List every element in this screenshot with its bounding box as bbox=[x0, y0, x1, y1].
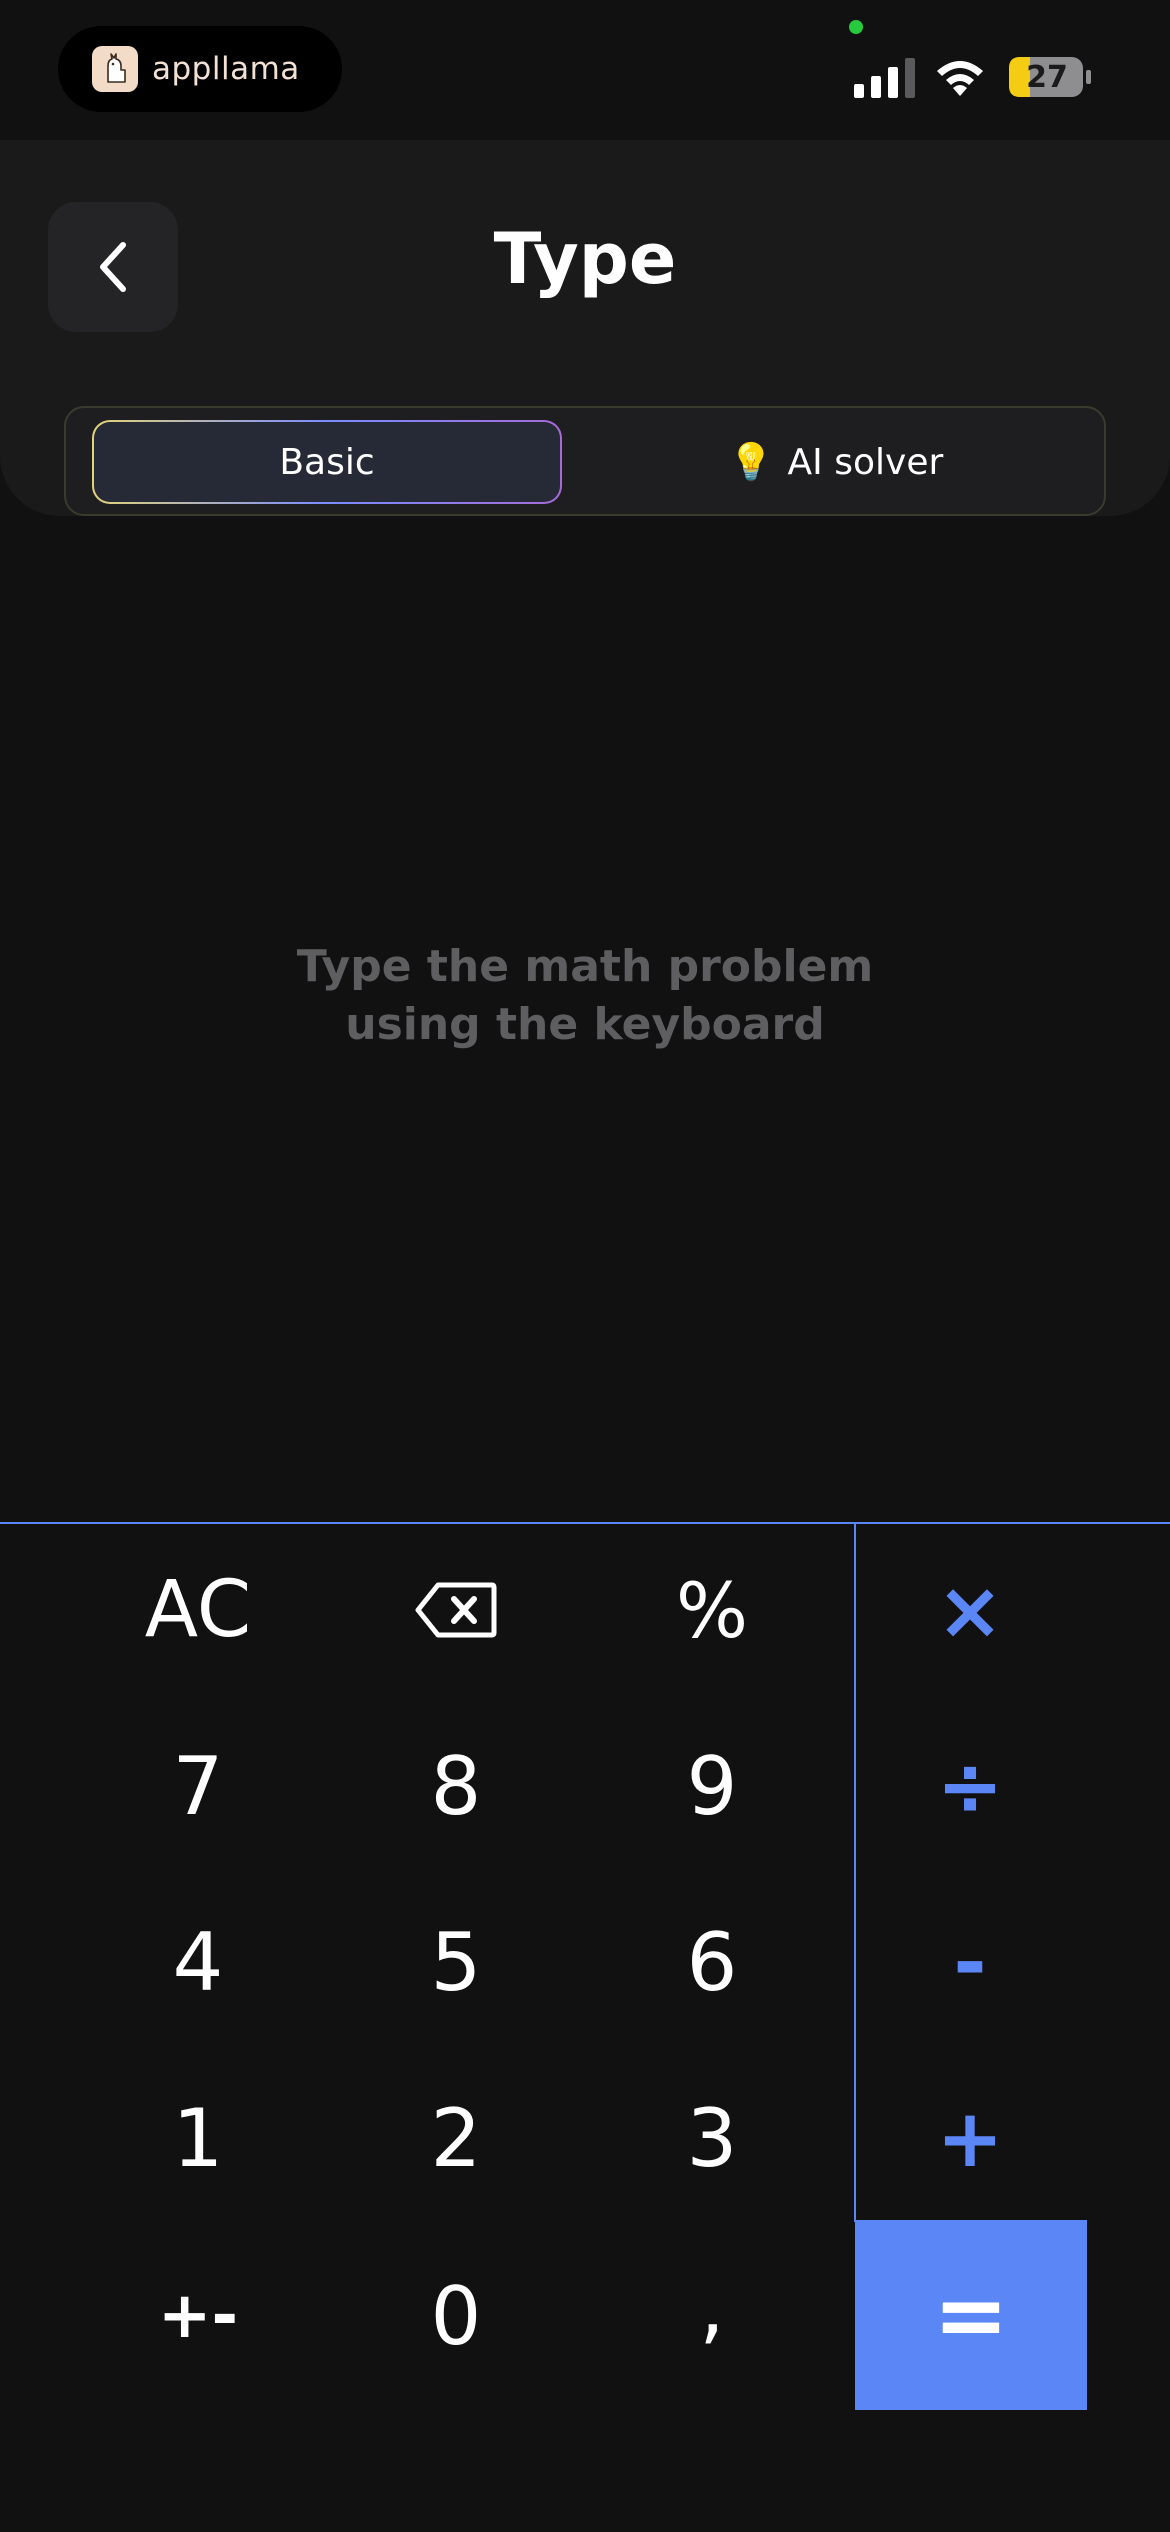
wifi-icon bbox=[937, 61, 983, 96]
operator-column-divider bbox=[854, 1522, 856, 2222]
tab-basic-label: Basic bbox=[279, 441, 375, 483]
percent-button[interactable]: % bbox=[612, 1530, 812, 1690]
digit-6-button[interactable]: 6 bbox=[612, 1882, 812, 2042]
privacy-indicator-dot bbox=[849, 20, 863, 34]
battery-level: 27 bbox=[1026, 59, 1068, 95]
page-title: Type bbox=[493, 218, 677, 300]
cellular-signal-icon bbox=[854, 58, 915, 98]
tab-basic[interactable]: Basic bbox=[92, 420, 562, 504]
backspace-button[interactable] bbox=[356, 1530, 556, 1690]
keypad-top-border bbox=[0, 1522, 1170, 1524]
equals-button[interactable]: = bbox=[855, 2220, 1087, 2410]
hint-line-2: using the keyboard bbox=[345, 999, 825, 1050]
backspace-icon bbox=[415, 1582, 497, 1638]
digit-9-button[interactable]: 9 bbox=[612, 1706, 812, 1866]
decimal-comma-button[interactable]: , bbox=[612, 2226, 812, 2386]
brand-name: appllama bbox=[152, 51, 300, 87]
digit-0-button[interactable]: 0 bbox=[356, 2236, 556, 2396]
lightbulb-icon: 💡 bbox=[728, 442, 774, 483]
digit-4-button[interactable]: 4 bbox=[98, 1882, 298, 2042]
digit-3-button[interactable]: 3 bbox=[612, 2058, 812, 2218]
input-hint: Type the math problem using the keyboard bbox=[0, 938, 1170, 1054]
plus-minus-button[interactable]: +- bbox=[98, 2236, 298, 2396]
clear-button[interactable]: AC bbox=[98, 1530, 298, 1690]
llama-icon bbox=[92, 46, 138, 92]
minus-button[interactable]: - bbox=[870, 1882, 1070, 2042]
digit-7-button[interactable]: 7 bbox=[98, 1706, 298, 1866]
hint-line-1: Type the math problem bbox=[296, 941, 874, 992]
digit-8-button[interactable]: 8 bbox=[356, 1706, 556, 1866]
digit-2-button[interactable]: 2 bbox=[356, 2058, 556, 2218]
multiply-button[interactable]: × bbox=[870, 1530, 1070, 1690]
app-badge-pill[interactable]: appllama bbox=[58, 26, 342, 112]
plus-button[interactable]: + bbox=[870, 2058, 1070, 2218]
divide-button[interactable]: ÷ bbox=[870, 1706, 1070, 1866]
digit-5-button[interactable]: 5 bbox=[356, 1882, 556, 2042]
tab-ai-solver[interactable]: 💡 AI solver bbox=[586, 420, 1086, 504]
mode-segmented-control: Basic 💡 AI solver bbox=[64, 406, 1106, 516]
digit-1-button[interactable]: 1 bbox=[98, 2058, 298, 2218]
tab-ai-solver-label: AI solver bbox=[787, 441, 944, 483]
